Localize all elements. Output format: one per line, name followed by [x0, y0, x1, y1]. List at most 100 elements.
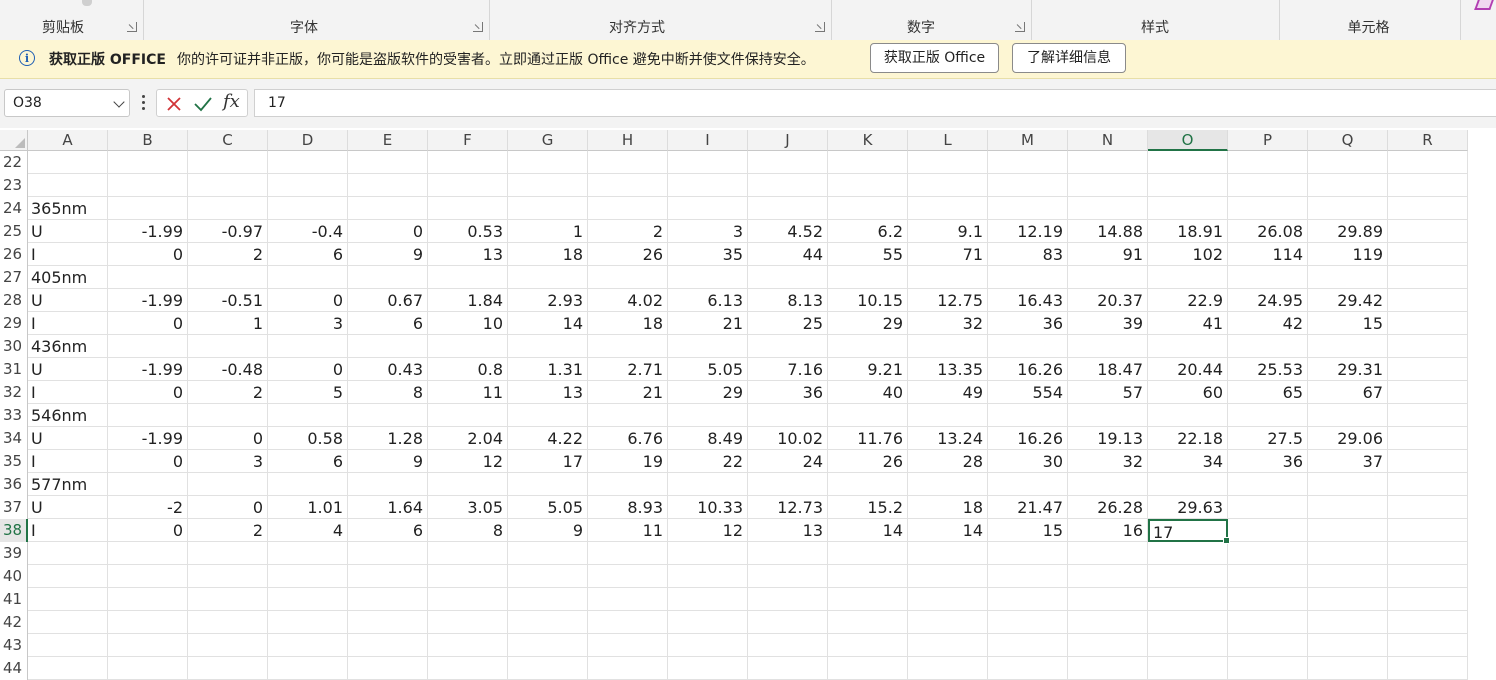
- cell-o31[interactable]: 20.44: [1148, 358, 1228, 381]
- cell-c30[interactable]: [188, 335, 268, 358]
- cell-p30[interactable]: [1228, 335, 1308, 358]
- cell-q44[interactable]: [1308, 657, 1388, 680]
- cell-g37[interactable]: 5.05: [508, 496, 588, 519]
- cell-r28[interactable]: [1388, 289, 1468, 312]
- cell-i32[interactable]: 29: [668, 381, 748, 404]
- cell-j23[interactable]: [748, 174, 828, 197]
- cell-n23[interactable]: [1068, 174, 1148, 197]
- cell-e42[interactable]: [348, 611, 428, 634]
- cell-n24[interactable]: [1068, 197, 1148, 220]
- cell-i23[interactable]: [668, 174, 748, 197]
- cell-a34[interactable]: U: [28, 427, 108, 450]
- cell-f24[interactable]: [428, 197, 508, 220]
- cell-n41[interactable]: [1068, 588, 1148, 611]
- cell-k33[interactable]: [828, 404, 908, 427]
- cell-o40[interactable]: [1148, 565, 1228, 588]
- cell-l36[interactable]: [908, 473, 988, 496]
- cell-d42[interactable]: [268, 611, 348, 634]
- cell-q34[interactable]: 29.06: [1308, 427, 1388, 450]
- cell-c22[interactable]: [188, 151, 268, 174]
- row-header[interactable]: 29: [0, 312, 28, 335]
- cell-d36[interactable]: [268, 473, 348, 496]
- cell-q28[interactable]: 29.42: [1308, 289, 1388, 312]
- cell-b30[interactable]: [108, 335, 188, 358]
- cell-r40[interactable]: [1388, 565, 1468, 588]
- editing-icon[interactable]: [1474, 0, 1494, 10]
- row-header[interactable]: 39: [0, 542, 28, 565]
- enter-check-icon[interactable]: [193, 95, 213, 113]
- cell-n39[interactable]: [1068, 542, 1148, 565]
- cell-o43[interactable]: [1148, 634, 1228, 657]
- cell-p29[interactable]: 42: [1228, 312, 1308, 335]
- cell-o25[interactable]: 18.91: [1148, 220, 1228, 243]
- cell-f39[interactable]: [428, 542, 508, 565]
- dialog-launcher-icon[interactable]: [1015, 22, 1025, 32]
- cell-l24[interactable]: [908, 197, 988, 220]
- cell-f29[interactable]: 10: [428, 312, 508, 335]
- cell-b22[interactable]: [108, 151, 188, 174]
- cell-r29[interactable]: [1388, 312, 1468, 335]
- cell-e32[interactable]: 8: [348, 381, 428, 404]
- cell-c28[interactable]: -0.51: [188, 289, 268, 312]
- cell-a43[interactable]: [28, 634, 108, 657]
- cell-j36[interactable]: [748, 473, 828, 496]
- cell-c42[interactable]: [188, 611, 268, 634]
- cell-e31[interactable]: 0.43: [348, 358, 428, 381]
- cell-g28[interactable]: 2.93: [508, 289, 588, 312]
- cell-n27[interactable]: [1068, 266, 1148, 289]
- cell-m39[interactable]: [988, 542, 1068, 565]
- cell-m26[interactable]: 83: [988, 243, 1068, 266]
- cell-m35[interactable]: 30: [988, 450, 1068, 473]
- cell-e41[interactable]: [348, 588, 428, 611]
- column-header-o[interactable]: O: [1148, 130, 1228, 151]
- cell-f41[interactable]: [428, 588, 508, 611]
- cell-j26[interactable]: 44: [748, 243, 828, 266]
- cell-d34[interactable]: 0.58: [268, 427, 348, 450]
- column-header-l[interactable]: L: [908, 130, 988, 151]
- column-header-m[interactable]: M: [988, 130, 1068, 151]
- cell-a28[interactable]: U: [28, 289, 108, 312]
- cell-r44[interactable]: [1388, 657, 1468, 680]
- column-header-h[interactable]: H: [588, 130, 668, 151]
- cell-c29[interactable]: 1: [188, 312, 268, 335]
- cell-q30[interactable]: [1308, 335, 1388, 358]
- cell-i39[interactable]: [668, 542, 748, 565]
- cell-n28[interactable]: 20.37: [1068, 289, 1148, 312]
- cell-c36[interactable]: [188, 473, 268, 496]
- cell-r36[interactable]: [1388, 473, 1468, 496]
- cell-e27[interactable]: [348, 266, 428, 289]
- cell-c38[interactable]: 2: [188, 519, 268, 542]
- cell-b39[interactable]: [108, 542, 188, 565]
- cell-f38[interactable]: 8: [428, 519, 508, 542]
- cell-r37[interactable]: [1388, 496, 1468, 519]
- cell-a42[interactable]: [28, 611, 108, 634]
- cell-d25[interactable]: -0.4: [268, 220, 348, 243]
- cell-l39[interactable]: [908, 542, 988, 565]
- cell-c24[interactable]: [188, 197, 268, 220]
- cell-k37[interactable]: 15.2: [828, 496, 908, 519]
- cell-a38[interactable]: I: [28, 519, 108, 542]
- cell-d24[interactable]: [268, 197, 348, 220]
- formula-input[interactable]: 17: [254, 89, 1496, 117]
- cell-p27[interactable]: [1228, 266, 1308, 289]
- cell-q38[interactable]: [1308, 519, 1388, 542]
- cell-g43[interactable]: [508, 634, 588, 657]
- cell-p39[interactable]: [1228, 542, 1308, 565]
- cell-i44[interactable]: [668, 657, 748, 680]
- row-header[interactable]: 23: [0, 174, 28, 197]
- cell-q33[interactable]: [1308, 404, 1388, 427]
- cell-q32[interactable]: 67: [1308, 381, 1388, 404]
- cell-f35[interactable]: 12: [428, 450, 508, 473]
- cell-g39[interactable]: [508, 542, 588, 565]
- cell-f36[interactable]: [428, 473, 508, 496]
- cell-l43[interactable]: [908, 634, 988, 657]
- cell-f40[interactable]: [428, 565, 508, 588]
- cell-g35[interactable]: 17: [508, 450, 588, 473]
- cell-d33[interactable]: [268, 404, 348, 427]
- cell-e39[interactable]: [348, 542, 428, 565]
- cell-j27[interactable]: [748, 266, 828, 289]
- cell-r32[interactable]: [1388, 381, 1468, 404]
- cell-p36[interactable]: [1228, 473, 1308, 496]
- cell-b26[interactable]: 0: [108, 243, 188, 266]
- column-header-n[interactable]: N: [1068, 130, 1148, 151]
